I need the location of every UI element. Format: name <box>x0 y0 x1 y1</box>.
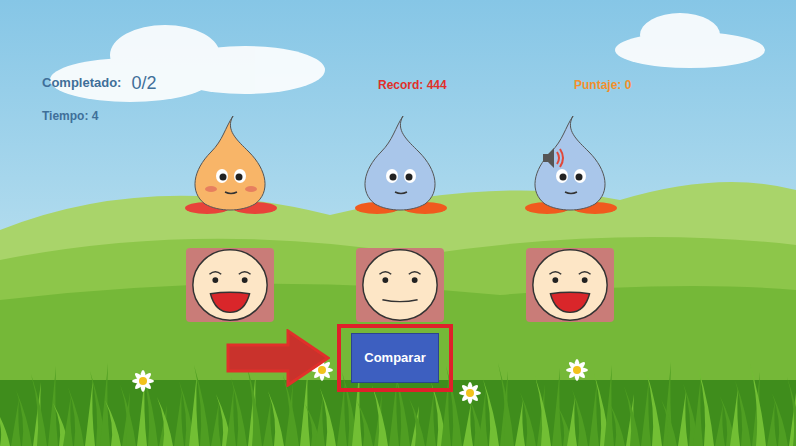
face-card[interactable] <box>356 248 444 322</box>
drop-character[interactable] <box>515 112 625 217</box>
arrow-icon <box>226 329 330 387</box>
face-card[interactable] <box>526 248 614 322</box>
characters-row <box>0 112 796 217</box>
face-card[interactable] <box>186 248 274 322</box>
compare-button[interactable]: Comparar <box>351 333 439 383</box>
completed-label: Completado: <box>42 73 121 93</box>
highlight-box: Comparar <box>337 324 453 392</box>
faces-row <box>0 248 796 322</box>
neutral-face-icon <box>356 247 444 323</box>
speaker-icon[interactable] <box>543 148 563 168</box>
compare-row: Comparar <box>0 324 796 392</box>
hud: Completado: 0/2 Tiempo: 4 Record: 444 Puntaj… <box>0 0 796 124</box>
happy-face-icon <box>526 247 614 323</box>
record-label: Record: 444 <box>378 78 447 92</box>
happy-face-icon <box>186 247 274 323</box>
drop-character[interactable] <box>175 112 285 217</box>
game-screen: Completado: 0/2 Tiempo: 4 Record: 444 Puntaj… <box>0 0 796 446</box>
completed-count: 0/2 <box>131 70 156 97</box>
blush <box>205 186 257 192</box>
drop-character[interactable] <box>345 112 455 217</box>
time-label: Tiempo: 4 <box>42 108 378 124</box>
score-label: Puntaje: 0 <box>574 78 631 92</box>
